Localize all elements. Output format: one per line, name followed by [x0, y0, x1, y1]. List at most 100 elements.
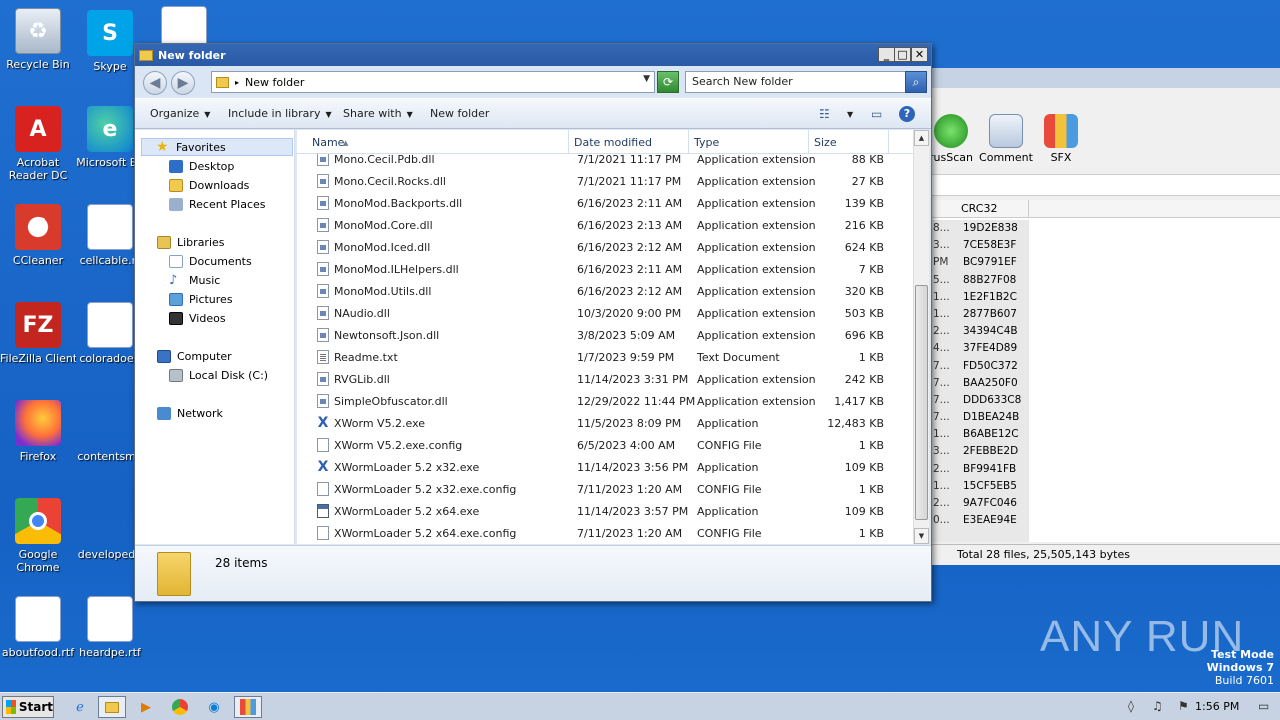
tray-expand-icon[interactable]: ◊ — [1128, 699, 1134, 713]
archive-file-list[interactable]: CRC32 8... 19D2E838 3... 7CE58E3F PM BC9791… — [931, 200, 1280, 542]
scrollbar-thumb[interactable] — [915, 285, 928, 520]
desktop-icon-firefox[interactable]: Firefox — [0, 400, 76, 463]
desktop-icon-aboutfood[interactable]: W aboutfood.rtf — [0, 596, 76, 659]
archive-row[interactable]: 8... 19D2E838 — [931, 220, 1029, 237]
preview-pane-icon[interactable]: ▭ — [871, 107, 882, 121]
sfx-button[interactable]: SFX — [1031, 114, 1091, 164]
background-archive-window[interactable]: rusScan Comment SFX CRC32 8... 19D2E838 3… — [929, 68, 1280, 565]
file-row[interactable]: MonoMod.Core.dll 6/16/2023 2:13 AM Applica… — [297, 214, 913, 236]
file-list-pane[interactable]: Name ▲ Date modified Type Size Mono.Cecil… — [297, 130, 929, 544]
action-center-flag-icon[interactable]: ⚑ — [1178, 699, 1189, 713]
column-name[interactable]: Name ▲ — [297, 130, 569, 154]
nav-recent-places[interactable]: Recent Places — [169, 198, 266, 211]
file-row[interactable]: MonoMod.Iced.dll 6/16/2023 2:12 AM Applica… — [297, 236, 913, 258]
desktop-icon-ccleaner[interactable]: C CCleaner — [0, 204, 76, 267]
nav-pictures[interactable]: Pictures — [169, 293, 233, 306]
archive-path-bar[interactable] — [931, 174, 1280, 196]
clock[interactable]: 1:56 PM — [1195, 700, 1239, 713]
archive-row[interactable]: 1... B6ABE12C — [931, 426, 1029, 443]
file-row[interactable]: Newtonsoft.Json.dll 3/8/2023 5:09 AM Appli… — [297, 324, 913, 346]
nav-desktop[interactable]: Desktop — [169, 160, 234, 173]
breadcrumb-chevron-icon[interactable]: ▸ — [235, 78, 239, 87]
nav-local-disk[interactable]: Local Disk (C:) — [169, 369, 268, 382]
forward-button[interactable]: ▶ — [171, 71, 195, 95]
file-row[interactable]: XWormLoader 5.2 x32.exe.config 7/11/2023 … — [297, 478, 913, 500]
column-crc32[interactable]: CRC32 — [931, 200, 1029, 217]
scroll-up-button[interactable]: ▲ — [914, 130, 929, 146]
back-button[interactable]: ◀ — [143, 71, 167, 95]
nav-music[interactable]: ♪ Music — [169, 274, 220, 287]
close-button[interactable]: ✕ — [911, 47, 928, 62]
search-input[interactable]: Search New folder ⌕ — [685, 71, 927, 93]
archive-row[interactable]: 4... 37FE4D89 — [931, 340, 1029, 357]
archive-row[interactable]: 2... 34394C4B — [931, 323, 1029, 340]
show-desktop-icon[interactable]: ▭ — [1258, 699, 1269, 713]
file-row[interactable]: Readme.txt 1/7/2023 9:59 PM Text Document 1… — [297, 346, 913, 368]
archive-row[interactable]: 3... 2FEBBE2D — [931, 443, 1029, 460]
file-row[interactable]: X XWormLoader 5.2 x32.exe 11/14/2023 3:56 … — [297, 456, 913, 478]
archive-row[interactable]: 7... D1BEA24B — [931, 409, 1029, 426]
desktop-icon-acrobat[interactable]: A Acrobat Reader DC — [0, 106, 76, 182]
file-row[interactable]: RVGLib.dll 11/14/2023 3:31 PM Application … — [297, 368, 913, 390]
file-row[interactable]: MonoMod.Backports.dll 6/16/2023 2:11 AM Ap… — [297, 192, 913, 214]
chevron-down-icon[interactable]: ▼ — [643, 74, 650, 84]
refresh-button[interactable]: ⟳ — [657, 71, 679, 93]
organize-menu[interactable]: Organize ▼ — [150, 107, 210, 120]
taskbar-media-player-icon[interactable]: ▶ — [132, 696, 160, 718]
archive-row[interactable]: 1... 1E2F1B2C — [931, 289, 1029, 306]
file-row[interactable]: Mono.Cecil.Pdb.dll 7/1/2021 11:17 PM Appli… — [297, 154, 913, 170]
file-row[interactable]: XWormLoader 5.2 x64.exe.config 7/11/2023 … — [297, 522, 913, 544]
comment-button[interactable]: Comment — [976, 114, 1036, 164]
column-type[interactable]: Type — [689, 130, 809, 154]
file-row[interactable]: X XWorm V5.2.exe 11/5/2023 8:09 PM Applicat… — [297, 412, 913, 434]
nav-downloads[interactable]: Downloads — [169, 179, 249, 192]
desktop-icon-filezilla[interactable]: FZ FileZilla Client — [0, 302, 76, 365]
include-in-library-menu[interactable]: Include in library ▼ — [228, 107, 332, 120]
background-window-titlebar[interactable] — [931, 68, 1280, 88]
archive-row[interactable]: 2... 9A7FC046 — [931, 495, 1029, 512]
nav-videos[interactable]: Videos — [169, 312, 226, 325]
vertical-scrollbar[interactable]: ▲ ▼ — [913, 130, 929, 544]
taskbar-archiver-icon[interactable] — [234, 696, 262, 718]
chevron-down-icon[interactable]: ▼ — [847, 110, 853, 119]
column-size[interactable]: Size — [809, 130, 889, 154]
nav-libraries[interactable]: Libraries — [157, 236, 225, 249]
breadcrumb-current[interactable]: New folder — [245, 76, 304, 89]
volume-icon[interactable]: ♫ — [1152, 699, 1163, 713]
desktop-icon-heardpe[interactable]: W heardpe.rtf — [72, 596, 148, 659]
archive-row[interactable]: 1... 15CF5EB5 — [931, 478, 1029, 495]
file-row[interactable]: MonoMod.ILHelpers.dll 6/16/2023 2:11 AM Ap… — [297, 258, 913, 280]
nav-documents[interactable]: Documents — [169, 255, 252, 268]
archive-row[interactable]: 3... 7CE58E3F — [931, 237, 1029, 254]
share-with-menu[interactable]: Share with ▼ — [343, 107, 413, 120]
file-row[interactable]: NAudio.dll 10/3/2020 9:00 PM Application e… — [297, 302, 913, 324]
desktop-icon-chrome[interactable]: Google Chrome — [0, 498, 76, 574]
archive-row[interactable]: 7... BAA250F0 — [931, 375, 1029, 392]
taskbar-explorer-icon[interactable] — [98, 696, 126, 718]
address-bar[interactable]: ▸ New folder ▼ — [211, 71, 655, 93]
view-options-icon[interactable]: ☷ — [819, 107, 830, 121]
minimize-button[interactable]: _ — [878, 47, 895, 62]
taskbar-edge-icon[interactable]: ◉ — [200, 696, 228, 718]
archive-row[interactable]: 2... BF9941FB — [931, 461, 1029, 478]
file-row[interactable]: SimpleObfuscator.dll 12/29/2022 11:44 PM A… — [297, 390, 913, 412]
archive-row[interactable]: 1... 2877B607 — [931, 306, 1029, 323]
nav-computer[interactable]: Computer — [157, 350, 232, 363]
help-icon[interactable]: ? — [899, 106, 915, 122]
archive-row[interactable]: PM BC9791EF — [931, 254, 1029, 271]
search-icon[interactable]: ⌕ — [905, 71, 927, 93]
new-folder-button[interactable]: New folder — [430, 107, 489, 120]
nav-favorites[interactable]: ★ Favorites — [141, 138, 293, 156]
desktop-icon-recycle-bin[interactable]: ♻ Recycle Bin — [0, 8, 76, 71]
file-row[interactable]: Mono.Cecil.Rocks.dll 7/1/2021 11:17 PM App… — [297, 170, 913, 192]
column-date-modified[interactable]: Date modified — [569, 130, 689, 154]
archive-row[interactable]: 0... E3EAE94E — [931, 512, 1029, 529]
taskbar-ie-icon[interactable]: ℯ — [66, 696, 94, 718]
taskbar-chrome-icon[interactable] — [166, 696, 194, 718]
archive-row[interactable]: 5... 88B27F08 — [931, 272, 1029, 289]
explorer-window[interactable]: New folder _ □ ✕ ◀ ▶ ▸ New folder ▼ ⟳ Se… — [134, 43, 932, 602]
nav-network[interactable]: Network — [157, 407, 223, 420]
scroll-down-button[interactable]: ▼ — [914, 528, 929, 544]
file-row[interactable]: XWorm V5.2.exe.config 6/5/2023 4:00 AM CON… — [297, 434, 913, 456]
explorer-titlebar[interactable]: New folder _ □ ✕ — [135, 44, 931, 66]
